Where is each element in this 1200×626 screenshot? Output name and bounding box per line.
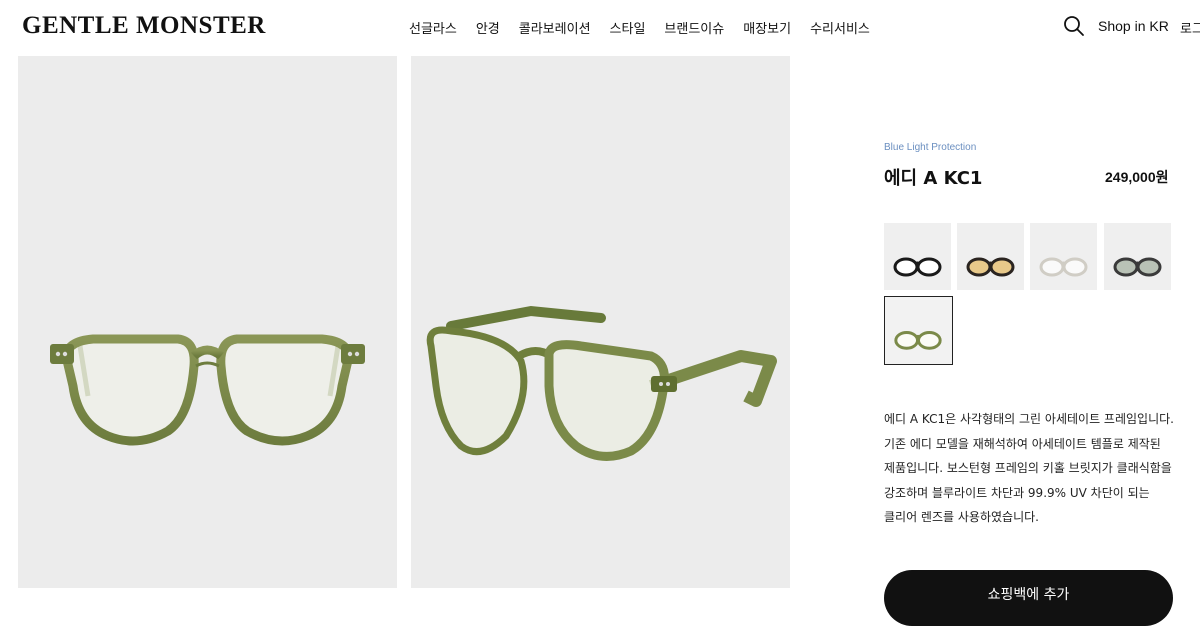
- color-swatch-grey[interactable]: [1104, 223, 1171, 290]
- product-feature-tag: Blue Light Protection: [884, 142, 977, 153]
- description-line: 기존 에디 모델을 재해석하여 아세테이트 템플로 제작된: [884, 436, 1161, 451]
- product-description: 에디 A KC1은 사각형태의 그린 아세테이트 프레임입니다. 기존 에디 모…: [884, 407, 1184, 530]
- glasses-thumbnail: [894, 330, 942, 350]
- glasses-thumbnail: [1113, 257, 1162, 277]
- color-swatch-green-selected[interactable]: [884, 296, 953, 365]
- nav-glasses[interactable]: 안경: [476, 18, 500, 37]
- color-swatch-clear[interactable]: [1030, 223, 1097, 290]
- product-image-angle[interactable]: [411, 56, 790, 588]
- color-swatch-tinted[interactable]: [957, 223, 1024, 290]
- main-nav: 선글라스 안경 콜라보레이션 스타일 브랜드이슈 매장보기 수리서비스: [409, 18, 889, 37]
- description-line: 강조하며 블루라이트 차단과 99.9% UV 차단이 되는: [884, 485, 1150, 500]
- nav-stores[interactable]: 매장보기: [743, 18, 791, 37]
- color-swatch-black[interactable]: [884, 223, 951, 290]
- search-icon[interactable]: [1063, 15, 1085, 37]
- add-to-bag-button[interactable]: 쇼핑백에 추가: [884, 570, 1173, 626]
- glasses-thumbnail: [1039, 257, 1088, 277]
- nav-collaboration[interactable]: 콜라보레이션: [519, 18, 591, 37]
- product-name: 에디 A KC1: [884, 168, 983, 189]
- brand-logo[interactable]: GENTLE MONSTER: [22, 12, 266, 40]
- glasses-angle-illustration: [426, 305, 777, 461]
- product-image-front[interactable]: [18, 56, 397, 588]
- site-header: GENTLE MONSTER 선글라스 안경 콜라보레이션 스타일 브랜드이슈 …: [0, 0, 1200, 56]
- glasses-thumbnail: [966, 257, 1015, 277]
- nav-style[interactable]: 스타일: [610, 18, 646, 37]
- login-link[interactable]: 로그: [1180, 18, 1200, 37]
- nav-repair[interactable]: 수리서비스: [810, 18, 870, 37]
- nav-sunglasses[interactable]: 선글라스: [409, 18, 457, 37]
- product-price: 249,000원: [1105, 169, 1169, 185]
- description-line: 에디 A KC1은 사각형태의 그린 아세테이트 프레임입니다.: [884, 412, 1174, 426]
- description-line: 클리어 렌즈를 사용하였습니다.: [884, 510, 1039, 524]
- glasses-front-illustration: [50, 334, 365, 446]
- description-line: 제품입니다. 보스턴형 프레임의 키홀 브릿지가 클래식함을: [884, 461, 1172, 475]
- nav-brand-issue[interactable]: 브랜드이슈: [664, 18, 724, 37]
- shop-in-region-link[interactable]: Shop in KR: [1098, 18, 1169, 34]
- glasses-thumbnail: [893, 257, 942, 277]
